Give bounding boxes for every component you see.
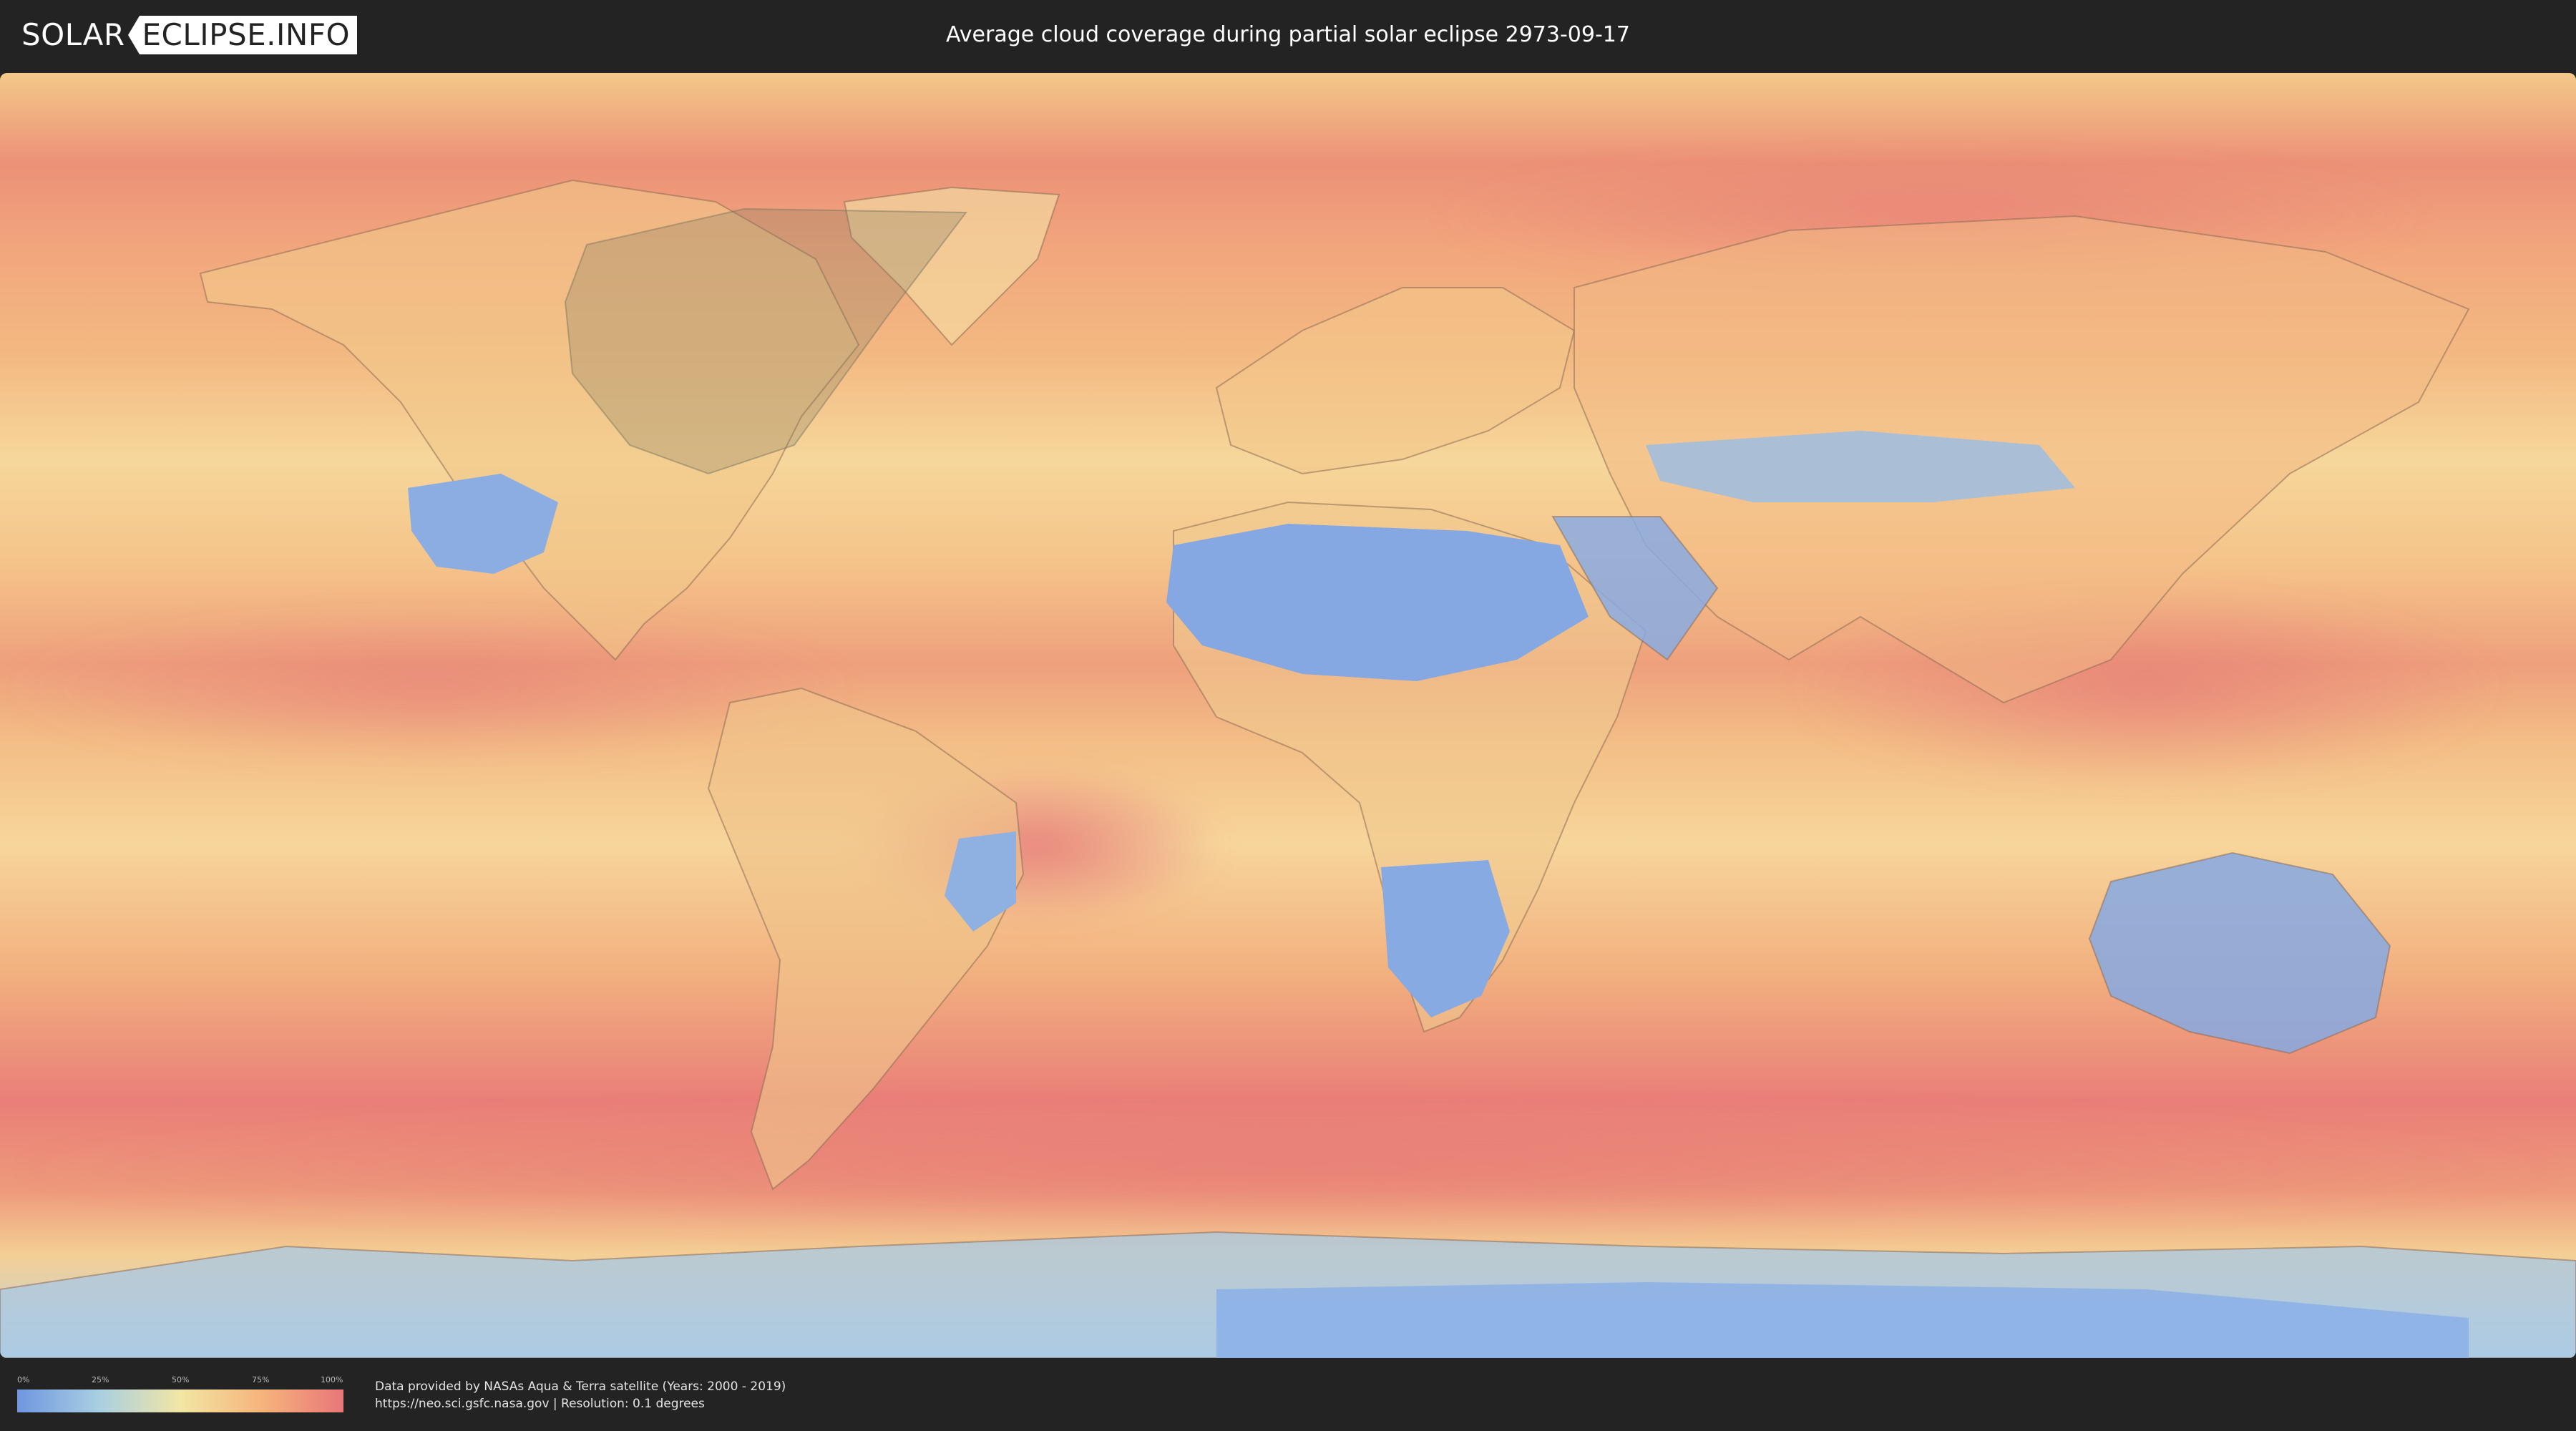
legend-tick-25: 25%: [92, 1375, 109, 1384]
legend-tick-75: 75%: [252, 1375, 270, 1384]
credit-line-url: https://neo.sci.gsfc.nasa.gov | Resoluti…: [375, 1397, 705, 1411]
page: SOLAR ECLIPSE.INFO Average cloud coverag…: [0, 0, 2576, 1431]
legend-tick-0: 0%: [17, 1375, 30, 1384]
legend-ticks: 0% 25% 50% 75% 100%: [17, 1375, 343, 1387]
footer: 0% 25% 50% 75% 100% Data provided by NAS…: [0, 1359, 2576, 1431]
legend-color-bar: [17, 1390, 343, 1412]
legend-tick-50: 50%: [172, 1375, 190, 1384]
page-title: Average cloud coverage during partial so…: [946, 22, 1630, 47]
world-map: [0, 73, 2576, 1358]
credit-line-source: Data provided by NASAs Aqua & Terra sate…: [375, 1379, 786, 1394]
legend-tick-100: 100%: [321, 1375, 343, 1384]
data-credits: Data provided by NASAs Aqua & Terra sate…: [375, 1378, 786, 1412]
header: SOLAR ECLIPSE.INFO Average cloud coverag…: [0, 0, 2576, 72]
cloud-coverage-map[interactable]: [0, 73, 2576, 1358]
cloud-coverage-legend: 0% 25% 50% 75% 100%: [17, 1375, 343, 1415]
